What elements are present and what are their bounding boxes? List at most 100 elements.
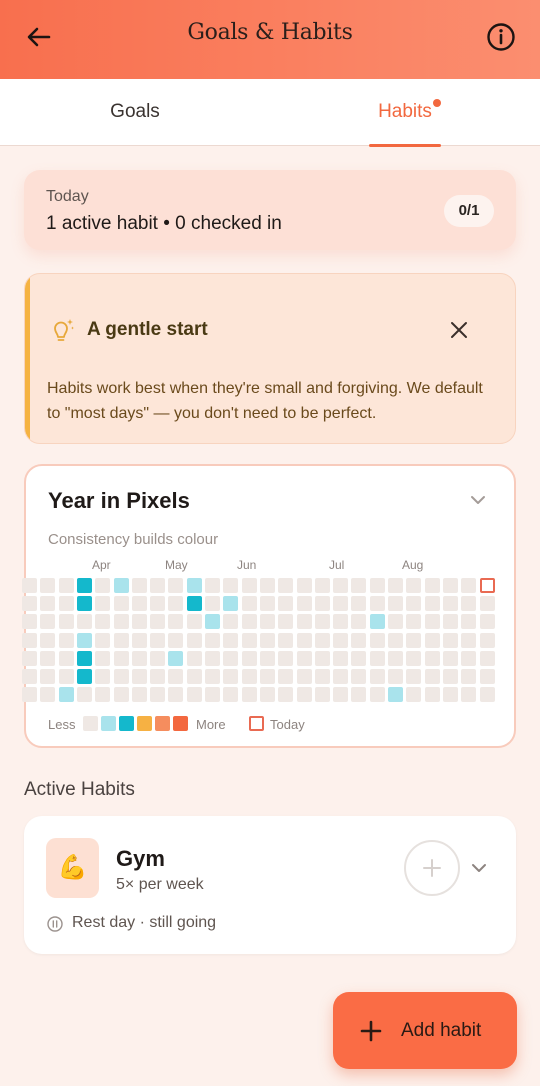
legend-swatch <box>83 716 98 731</box>
pixel-cell <box>40 650 56 666</box>
pixel-cell <box>479 669 495 684</box>
pixel-cell <box>333 578 349 593</box>
pixel-cell <box>22 614 37 630</box>
habit-status: Rest day · still going <box>46 914 346 934</box>
pixel-cell <box>22 669 37 684</box>
pixel-cell <box>479 614 495 630</box>
pixel-cell <box>388 614 403 630</box>
pixel-cell <box>186 596 202 612</box>
pixel-cell <box>424 669 440 684</box>
pixel-cell <box>424 687 440 703</box>
tip-card: A gentle start Habits work best when the… <box>24 273 516 444</box>
add-habit-label: Add habit <box>401 1020 482 1041</box>
pixel-cell <box>186 669 202 684</box>
habit-frequency: 5× per week <box>116 876 204 893</box>
pixel-cell <box>58 669 74 684</box>
pixel-cell <box>296 650 312 666</box>
tab-habits-label: Habits <box>378 101 432 122</box>
pixel-cell <box>259 596 275 612</box>
pixel-cell <box>241 596 257 612</box>
pixel-cell <box>314 687 330 703</box>
tab-bar: Goals Habits <box>0 79 540 147</box>
pixel-cell <box>58 578 74 593</box>
pixel-cell <box>461 596 477 612</box>
pause-circle-icon <box>47 916 63 932</box>
pixel-cell <box>333 632 349 648</box>
pixel-cell <box>76 614 92 630</box>
pixel-cell <box>442 596 458 612</box>
expand-habit-button[interactable] <box>469 858 489 878</box>
tip-title: A gentle start <box>87 319 208 340</box>
pixel-cell <box>76 596 92 612</box>
pixel-cell <box>461 669 477 684</box>
pixel-grid <box>22 578 518 708</box>
pixel-cell <box>205 632 220 648</box>
pixel-cell <box>113 578 129 593</box>
tab-goals[interactable]: Goals <box>0 79 270 146</box>
pixel-cell <box>259 614 275 630</box>
pixel-cell <box>186 650 202 666</box>
collapse-pixels-button[interactable] <box>468 490 488 510</box>
habit-status-text: Rest day · still going <box>72 914 217 931</box>
pixel-cell <box>40 596 56 612</box>
pixel-cell <box>150 596 166 612</box>
check-in-button[interactable] <box>404 840 460 896</box>
pixel-cell <box>205 614 220 630</box>
pixel-cell <box>351 578 367 593</box>
pixel-cell <box>296 632 312 648</box>
pixel-cell <box>95 578 111 593</box>
pixel-cell <box>442 669 458 684</box>
pixel-cell <box>351 596 367 612</box>
pixel-cell <box>95 632 111 648</box>
pixel-cell <box>259 687 275 703</box>
plus-icon <box>360 1020 382 1042</box>
pixel-cell <box>150 669 166 684</box>
tab-habits[interactable]: Habits <box>270 79 540 147</box>
tab-goals-label: Goals <box>110 101 160 122</box>
legend-today-swatch <box>249 716 264 731</box>
pixel-cell <box>296 596 312 612</box>
habit-card-gym[interactable]: 💪 Gym 5× per week Rest day · still going <box>24 816 516 954</box>
dismiss-tip-button[interactable] <box>447 318 471 342</box>
today-label: Today <box>46 188 89 205</box>
pixel-cell <box>369 578 385 593</box>
pixel-cell <box>22 687 37 703</box>
pixel-cell <box>351 687 367 703</box>
habit-emoji: 💪 <box>46 838 99 898</box>
pixel-cell <box>205 687 220 703</box>
tip-body: Habits work best when they're small and … <box>47 380 483 422</box>
pixel-cell <box>223 596 239 612</box>
info-button[interactable] <box>484 20 518 54</box>
pixel-cell <box>333 596 349 612</box>
pixel-cell <box>58 596 74 612</box>
pixel-cell <box>424 650 440 666</box>
pixel-cell <box>131 650 147 666</box>
pixel-cell <box>424 632 440 648</box>
pixel-cell <box>76 687 92 703</box>
legend-more-label: More <box>196 717 226 732</box>
pixel-cell <box>278 687 294 703</box>
pixel-cell <box>22 578 37 593</box>
pixel-cell <box>150 614 166 630</box>
pixel-cell <box>113 669 129 684</box>
pixel-cell <box>388 596 403 612</box>
pixel-cell <box>442 614 458 630</box>
active-habits-heading: Active Habits <box>24 779 135 800</box>
pixels-legend: Less More Today <box>48 716 508 732</box>
add-habit-button[interactable]: Add habit <box>333 992 517 1069</box>
pixel-cell <box>22 632 37 648</box>
close-icon <box>451 322 467 338</box>
pixel-cell <box>461 687 477 703</box>
pixel-cell <box>223 614 239 630</box>
pixel-cell <box>95 687 111 703</box>
pixel-cell <box>314 669 330 684</box>
active-tab-indicator <box>369 144 441 147</box>
pixel-cell <box>314 650 330 666</box>
pixel-cell <box>40 669 56 684</box>
pixel-cell <box>388 669 403 684</box>
pixel-cell <box>113 632 129 648</box>
pixel-cell <box>442 632 458 648</box>
pixel-cell <box>241 578 257 593</box>
pixel-cell <box>22 650 37 666</box>
pixel-cell <box>241 669 257 684</box>
